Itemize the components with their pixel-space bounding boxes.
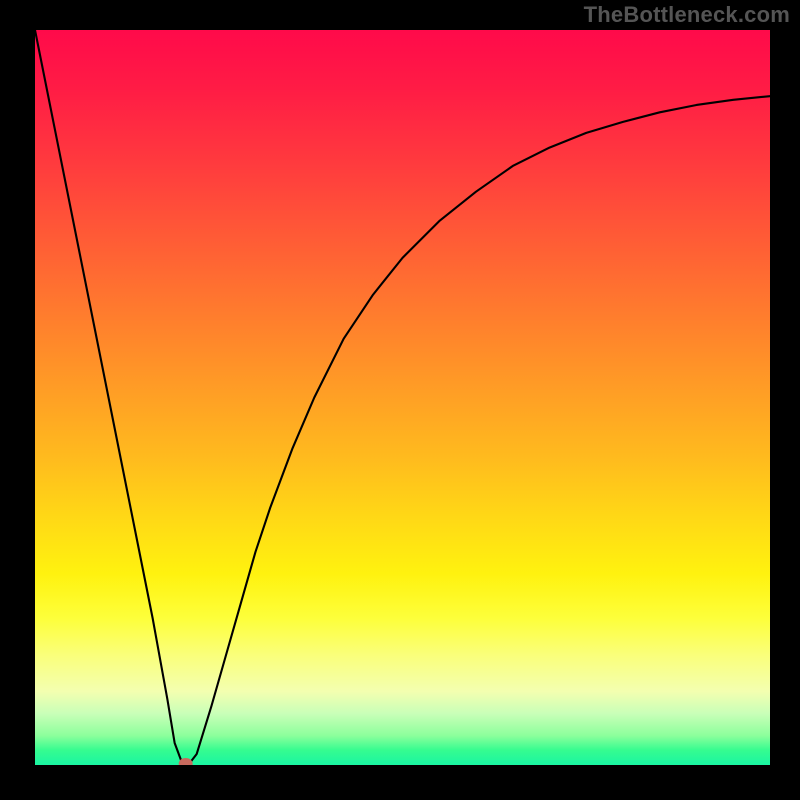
chart-frame: TheBottleneck.com xyxy=(0,0,800,800)
curve-layer xyxy=(35,30,770,765)
bottleneck-curve xyxy=(35,30,770,764)
plot-area xyxy=(35,30,770,765)
watermark-text: TheBottleneck.com xyxy=(584,2,790,28)
